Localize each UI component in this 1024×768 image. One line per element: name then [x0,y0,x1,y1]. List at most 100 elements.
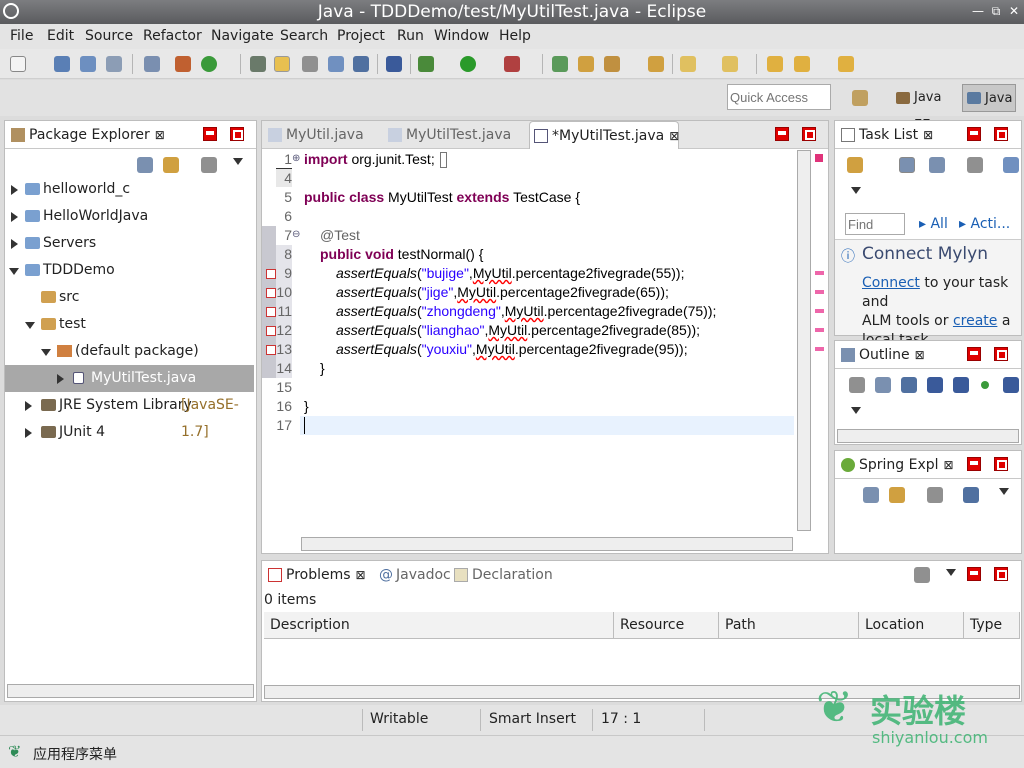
link-editor-icon[interactable] [163,157,179,173]
view-menu-icon[interactable] [851,407,861,414]
run-icon[interactable] [460,56,476,72]
new-java-project-icon[interactable] [552,56,568,72]
column-path[interactable]: Path [719,612,859,639]
overview-marker[interactable] [815,347,824,351]
error-marker-icon[interactable] [266,326,276,336]
print-icon[interactable] [106,56,122,72]
close-tab-icon[interactable]: ⊠ [915,348,925,362]
debug-icon[interactable] [418,56,434,72]
minimize-view-icon[interactable] [967,127,981,141]
open-type-icon[interactable] [648,56,664,72]
tab-myutiltest-java[interactable]: MyUtilTest.java [384,121,528,149]
run-external-icon[interactable] [504,56,520,72]
tree-item-default-package[interactable]: (default package) [5,338,255,365]
hide-local-types-icon[interactable] [1003,377,1019,393]
next-annotation-icon[interactable] [680,56,696,72]
error-marker-icon[interactable] [266,307,276,317]
categorized-icon[interactable] [899,157,915,173]
overview-marker[interactable] [815,290,824,294]
menu-edit[interactable]: Edit [47,28,74,44]
task-find-input[interactable] [845,213,905,235]
tree-item-src[interactable]: src [5,284,255,311]
tree-item-jre-library[interactable]: JRE System Library [JavaSE-1.7] [5,392,255,440]
tree-item-servers[interactable]: Servers [5,230,255,257]
tree-item-myutiltest-java[interactable]: MyUtilTest.java [5,365,254,392]
binary-icon[interactable] [144,56,160,72]
minimize-view-icon[interactable] [203,127,217,141]
sort-icon[interactable] [963,487,979,503]
explorer-hscrollbar[interactable] [7,684,254,698]
code-line-5[interactable]: public class MyUtilTest extends TestCase… [304,189,580,205]
fold-collapse-icon[interactable]: ⊖ [292,229,300,240]
maximize-view-icon[interactable] [994,457,1008,471]
menu-window[interactable]: Window [434,28,489,44]
overview-error-icon[interactable] [815,154,823,162]
new-icon[interactable] [10,56,26,72]
paragraph-icon[interactable] [353,56,369,72]
highlight-icon[interactable] [274,56,290,72]
perspective-java-ee[interactable]: Java EE [892,84,960,133]
close-icon[interactable]: ✕ [1006,2,1022,20]
sync-icon[interactable] [1003,157,1019,173]
maximize-editor-icon[interactable] [802,127,816,141]
save-icon[interactable] [54,56,70,72]
refresh-icon[interactable] [201,56,217,72]
tab-javadoc[interactable]: @ Javadoc [374,561,451,589]
block-select-icon[interactable] [302,56,318,72]
close-tab-icon[interactable]: ⊠ [356,568,366,582]
hide-static-icon[interactable] [953,377,969,393]
sort-icon[interactable] [901,377,917,393]
link-editor-icon[interactable] [889,487,905,503]
minimize-editor-icon[interactable] [775,127,789,141]
view-menu-icon[interactable] [233,158,243,165]
close-tab-icon[interactable]: ⊠ [669,129,679,143]
code-line-1[interactable]: import org.junit.Test; [304,151,435,167]
tab-declaration[interactable]: Declaration [450,561,553,589]
menu-search[interactable]: Search [280,28,328,44]
view-menu-icon[interactable] [851,187,861,194]
code-line-16[interactable]: } [304,398,309,414]
minimize-view-icon[interactable] [967,567,981,581]
filter-icon[interactable] [201,157,217,173]
error-marker-icon[interactable] [266,288,276,298]
code-line-11[interactable]: assertEquals("zhongdeng",MyUtil.percenta… [336,303,716,319]
column-resource[interactable]: Resource [614,612,719,639]
tree-item-junit4[interactable]: JUnit 4 [5,419,255,446]
tab-package-explorer[interactable]: Package Explorer ⊠ [7,121,165,149]
connect-link[interactable]: Connect [862,275,920,291]
code-line-13[interactable]: assertEquals("youxiu",MyUtil.percentage2… [336,341,688,357]
tree-item-helloworldjava[interactable]: HelloWorldJava [5,203,255,230]
tree-item-tdddemo[interactable]: TDDDemo [5,257,255,284]
code-line-7[interactable]: @Test [320,227,360,243]
code-line-12[interactable]: assertEquals("lianghao",MyUtil.percentag… [336,322,700,338]
menu-help[interactable]: Help [499,28,531,44]
toggle-mark-icon[interactable] [250,56,266,72]
filter-icon[interactable] [914,567,930,583]
perspective-java[interactable]: Java [962,84,1016,112]
menu-navigate[interactable]: Navigate [211,28,274,44]
minimize-view-icon[interactable] [967,457,981,471]
menu-source[interactable]: Source [85,28,133,44]
view-menu-icon[interactable] [946,569,956,576]
menu-refactor[interactable]: Refactor [143,28,202,44]
app-icon[interactable] [3,3,19,19]
menu-run[interactable]: Run [397,28,424,44]
show-whitespace-icon[interactable] [328,56,344,72]
collapse-all-icon[interactable] [875,377,891,393]
maximize-view-icon[interactable] [994,347,1008,361]
create-link[interactable]: create [953,313,997,329]
new-package-icon[interactable] [578,56,594,72]
close-tab-icon[interactable]: ⊠ [155,128,165,142]
collapse-all-icon[interactable] [137,157,153,173]
view-menu-icon[interactable] [999,488,1009,495]
menu-file[interactable]: File [10,28,33,44]
editor-hscrollbar[interactable] [301,537,793,551]
code-line-10[interactable]: assertEquals("jige",MyUtil.percentage2fi… [336,284,669,300]
overview-marker[interactable] [815,328,824,332]
column-location[interactable]: Location [859,612,964,639]
code-line-9[interactable]: assertEquals("bujige",MyUtil.percentage2… [336,265,684,281]
last-edit-icon[interactable] [767,56,783,72]
error-marker-icon[interactable] [266,269,276,279]
quick-access-input[interactable] [727,84,831,110]
new-task-icon[interactable] [847,157,863,173]
